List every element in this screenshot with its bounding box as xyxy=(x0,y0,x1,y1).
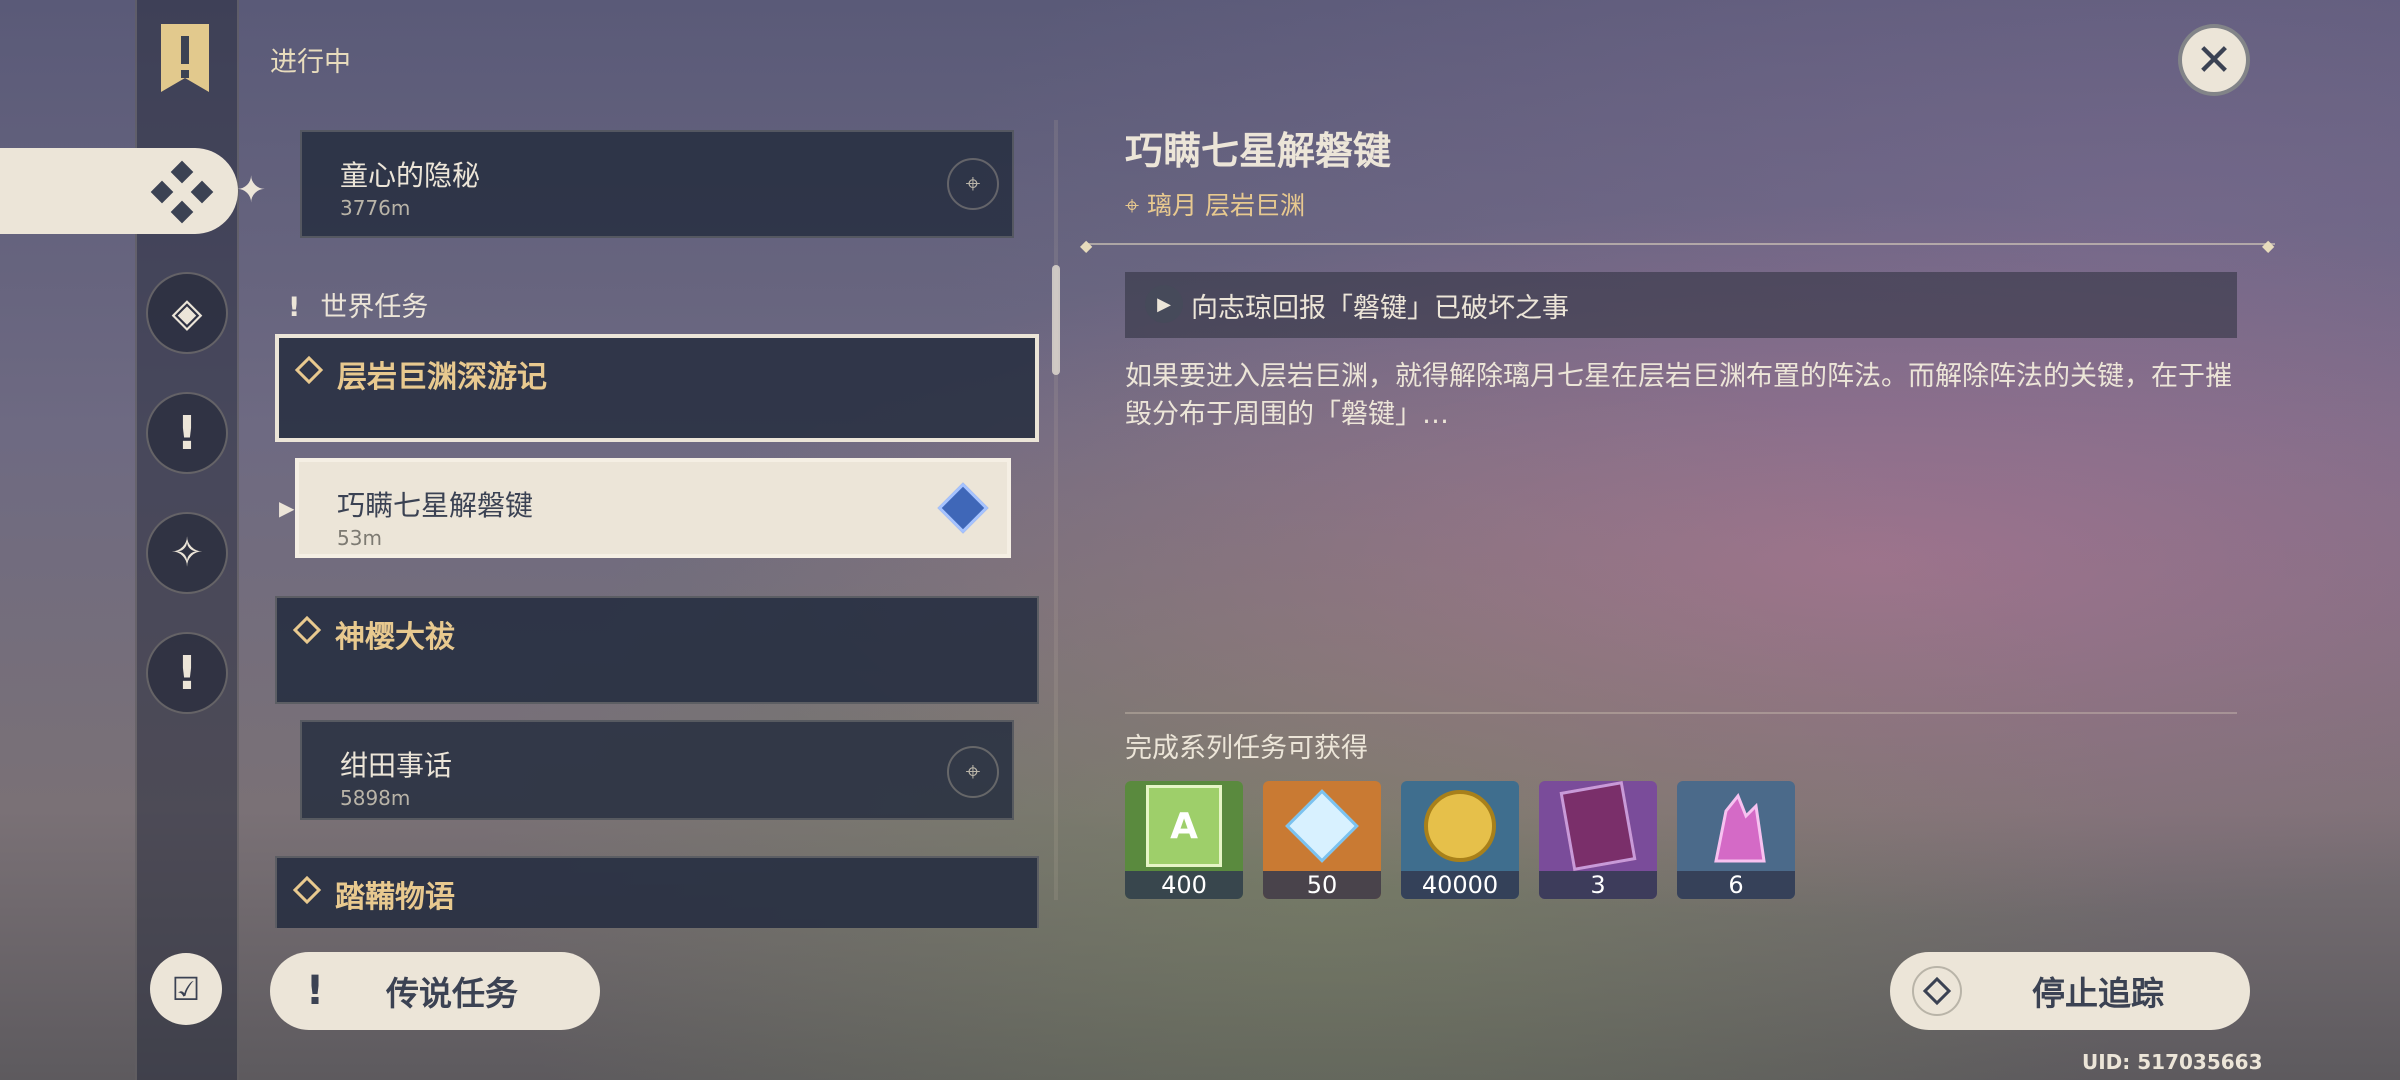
quest-item[interactable]: 绀田事话 5898m ⌖ xyxy=(300,720,1014,820)
quest-banner-icon xyxy=(161,24,209,92)
quest-location-label: 璃月 层岩巨渊 xyxy=(1147,191,1305,220)
tracking-diamond-icon[interactable] xyxy=(937,482,989,534)
reward-item[interactable]: 3 xyxy=(1539,781,1657,899)
section-title: 进行中 xyxy=(270,47,351,78)
location-pin-icon: ⌖ xyxy=(1125,191,1140,220)
category-all-active[interactable] xyxy=(0,148,238,234)
close-button[interactable]: ✕ xyxy=(2178,24,2250,96)
quest-item-selected[interactable]: 巧瞒七星解磐键 53m xyxy=(295,458,1011,558)
reward-count: 400 xyxy=(1125,871,1243,899)
scrollbar-track[interactable] xyxy=(1054,120,1058,900)
commission-category-button[interactable]: ✧ xyxy=(146,512,228,594)
quest-title: 绀田事话 xyxy=(340,749,453,782)
diamond-icon xyxy=(292,615,322,645)
stop-tracking-button[interactable]: 停止追踪 xyxy=(1890,952,2250,1030)
story-quest-category-button[interactable]: ! xyxy=(146,392,228,474)
divider-ornament-icon: ◆ xyxy=(1080,236,1093,255)
location-pin-icon[interactable]: ⌖ xyxy=(947,158,999,210)
all-quests-icon xyxy=(150,160,214,224)
world-quest-label: 世界任务 xyxy=(320,292,429,323)
primogem-icon xyxy=(1263,781,1381,871)
quest-log-settings-button[interactable]: ☑ xyxy=(150,953,222,1025)
quest-group-header[interactable]: 踏鞴物语 xyxy=(275,856,1039,928)
exclamation-icon: ! xyxy=(176,406,198,460)
selected-caret-icon: ▶ xyxy=(279,496,295,520)
reward-item[interactable]: 6 xyxy=(1677,781,1795,899)
legend-quest-label: 传说任务 xyxy=(386,974,518,1013)
quest-title: 童心的隐秘 xyxy=(340,159,481,192)
quest-item[interactable]: 童心的隐秘 3776m ⌖ xyxy=(300,130,1014,238)
reward-item[interactable]: 50 xyxy=(1263,781,1381,899)
play-arrow-icon: ▶ xyxy=(1145,285,1183,323)
archon-quest-icon: ◈ xyxy=(171,290,203,336)
reward-title: 完成系列任务可获得 xyxy=(1125,733,1368,764)
quest-title: 巧瞒七星解磐键 xyxy=(337,489,534,522)
quest-distance: 5898m xyxy=(340,786,411,810)
archon-quest-category-button[interactable]: ◈ xyxy=(146,272,228,354)
reward-count: 3 xyxy=(1539,871,1657,899)
quest-description: 如果要进入层岩巨渊，就得解除璃月七星在层岩巨渊布置的阵法。而解除阵法的关键，在于… xyxy=(1125,361,2232,430)
sparkle-icon: ✦ xyxy=(236,170,267,211)
world-quest-header: ! 世界任务 xyxy=(288,285,428,324)
quest-group-title: 踏鞴物语 xyxy=(335,880,455,915)
reward-count: 6 xyxy=(1677,871,1795,899)
reward-item[interactable]: 40000 xyxy=(1401,781,1519,899)
scrollbar-thumb[interactable] xyxy=(1052,265,1060,375)
objective-text: 向志琼回报「磐键」已破坏之事 xyxy=(1191,293,1569,324)
quest-group-header[interactable]: 层岩巨渊深游记 xyxy=(275,334,1039,442)
exclamation-icon: ! xyxy=(288,292,301,323)
adventure-exp-icon: A xyxy=(1125,781,1243,871)
quest-list[interactable]: 童心的隐秘 3776m ⌖ 层岩巨渊深游记 巧瞒七星解磐键 53m ▶ 神樱大祓… xyxy=(275,100,1039,928)
divider xyxy=(1125,712,2237,714)
close-icon: ✕ xyxy=(2195,34,2233,86)
reward-count: 50 xyxy=(1263,871,1381,899)
quest-group-title: 神樱大祓 xyxy=(335,620,455,655)
stop-tracking-label: 停止追踪 xyxy=(2032,974,2164,1013)
world-quest-category-button[interactable]: ! xyxy=(146,632,228,714)
diamond-icon xyxy=(294,355,324,385)
quest-distance: 53m xyxy=(337,526,382,550)
checklist-icon: ☑ xyxy=(171,970,201,1008)
location-pin-icon[interactable]: ⌖ xyxy=(947,746,999,798)
exclamation-icon: ! xyxy=(305,968,325,1014)
quest-group-title: 层岩巨渊深游记 xyxy=(337,360,547,395)
quest-group-header[interactable]: 神樱大祓 xyxy=(275,596,1039,704)
legend-quest-button[interactable]: ! 传说任务 xyxy=(270,952,600,1030)
divider-ornament-icon: ◆ xyxy=(2262,236,2275,255)
mystic-ore-icon xyxy=(1677,781,1795,871)
star-compass-icon: ✧ xyxy=(170,530,204,576)
divider xyxy=(1085,243,2275,245)
reward-count: 40000 xyxy=(1401,871,1519,899)
reward-item[interactable]: A 400 xyxy=(1125,781,1243,899)
mora-coin-icon xyxy=(1401,781,1519,871)
quest-location: ⌖ 璃月 层岩巨渊 xyxy=(1125,186,1305,222)
tracking-diamond-icon xyxy=(1912,966,1962,1016)
quest-detail-title: 巧瞒七星解磐键 xyxy=(1125,129,1392,173)
uid-label: UID: 517035663 xyxy=(2082,1050,2263,1074)
exclamation-icon: ! xyxy=(176,646,198,700)
heros-wit-book-icon xyxy=(1539,781,1657,871)
quest-distance: 3776m xyxy=(340,196,411,220)
quest-objective: ▶ 向志琼回报「磐键」已破坏之事 xyxy=(1125,272,2237,338)
diamond-icon xyxy=(292,875,322,905)
